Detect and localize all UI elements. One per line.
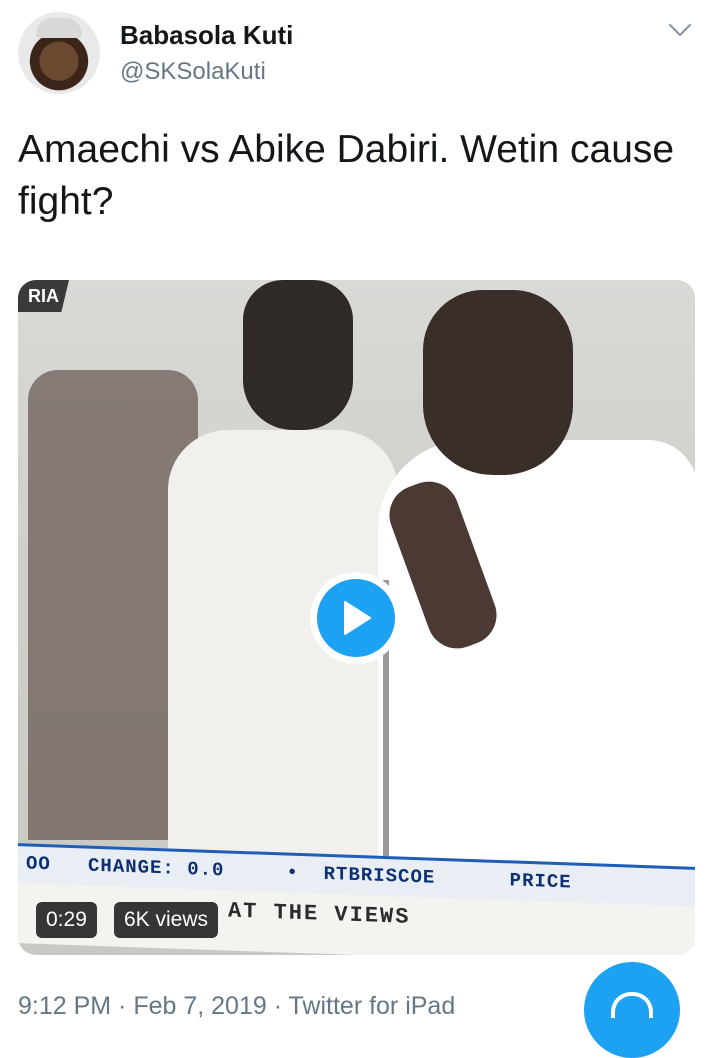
- play-icon-bg: [317, 579, 395, 657]
- video-player[interactable]: OO CHANGE: 0.0 • RTBRISCOE PRICE AT THE …: [18, 280, 695, 955]
- compose-button[interactable]: [584, 962, 680, 1058]
- compose-icon: [611, 992, 653, 1018]
- author-name[interactable]: Babasola Kuti: [120, 20, 293, 51]
- ticker-lower-text: AT THE VIEWS: [228, 898, 411, 930]
- video-frame-person-right: [423, 290, 573, 475]
- chevron-down-icon[interactable]: [668, 22, 692, 38]
- author-handle[interactable]: @SKSolaKuti: [120, 58, 266, 86]
- play-button[interactable]: [310, 572, 402, 664]
- video-views-badge: 6K views: [114, 902, 219, 938]
- tweet-timestamp[interactable]: 9:12 PM · Feb 7, 2019 · Twitter for iPad: [18, 992, 455, 1021]
- tweet-text: Amaechi vs Abike Dabiri. Wetin cause fig…: [18, 128, 675, 223]
- video-frame-person-center: [243, 280, 353, 430]
- author-avatar[interactable]: [18, 12, 100, 94]
- channel-logo: RIA: [18, 280, 69, 312]
- play-icon: [344, 601, 371, 635]
- video-duration-badge: 0:29: [36, 902, 97, 938]
- avatar-cap: [36, 18, 82, 38]
